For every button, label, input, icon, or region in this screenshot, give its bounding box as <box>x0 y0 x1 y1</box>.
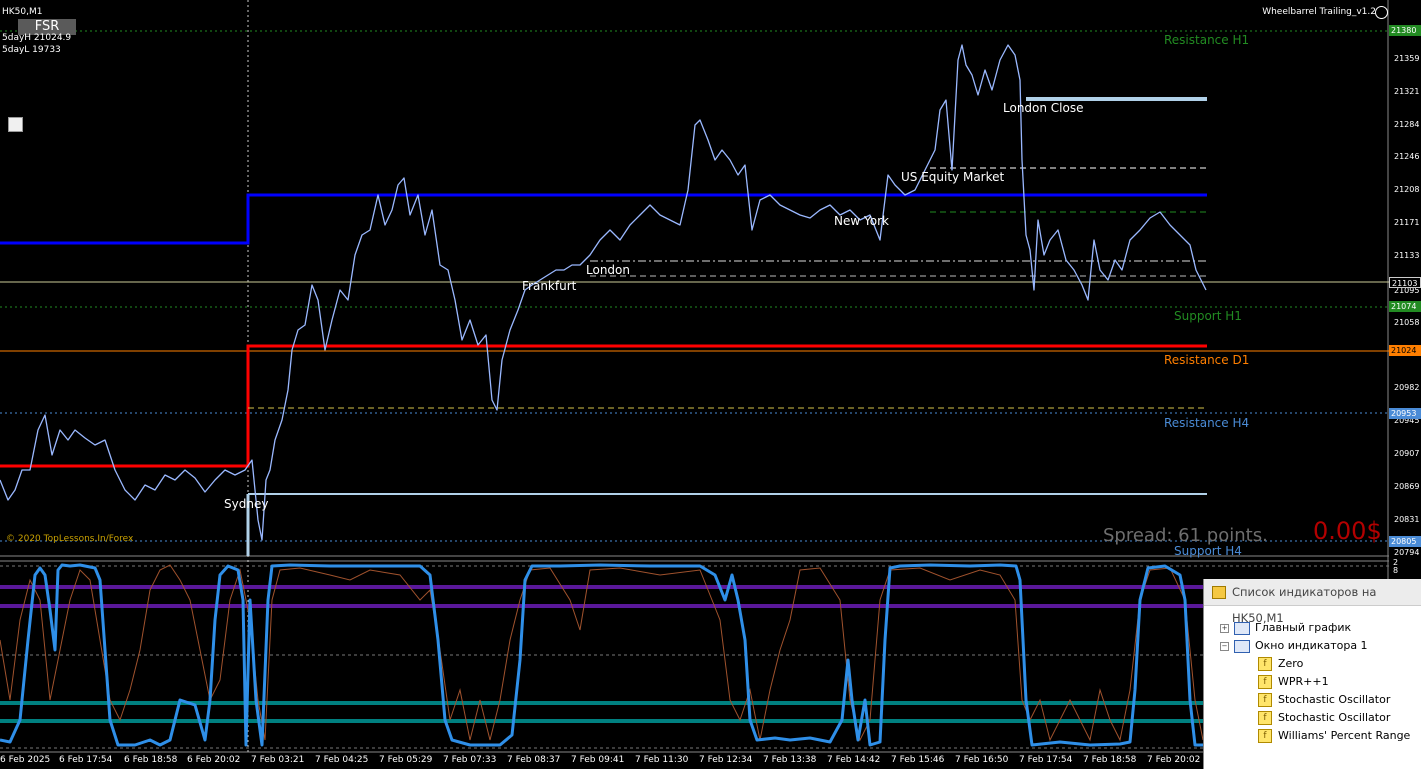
time-tick: 7 Feb 08:37 <box>507 755 561 765</box>
time-tick: 7 Feb 20:02 <box>1147 755 1201 765</box>
tree-item-label: Окно индикатора 1 <box>1255 639 1368 652</box>
time-tick: 7 Feb 05:29 <box>379 755 433 765</box>
indicator-list-title: Список индикаторов на HK50,M1 <box>1232 585 1377 625</box>
time-tick: 7 Feb 09:41 <box>571 755 625 765</box>
price-tick: 21133 <box>1394 251 1420 260</box>
price-tick: 20831 <box>1394 515 1420 524</box>
tree-item-indicator[interactable]: f WPR++1 <box>1258 674 1329 690</box>
time-tick: 7 Feb 17:54 <box>1019 755 1073 765</box>
price-tag-h4: 20953 <box>1389 408 1421 419</box>
support-h1-label: Support H1 <box>1174 309 1242 323</box>
indicator-list-panel[interactable]: Список индикаторов на HK50,M1 + Главный г… <box>1203 579 1421 769</box>
time-tick: 7 Feb 04:25 <box>315 755 369 765</box>
session-us-equity: US Equity Market <box>901 170 1005 184</box>
price-tick: 21246 <box>1394 152 1420 161</box>
price-tick: 20982 <box>1394 383 1420 392</box>
time-tick: 6 Feb 17:54 <box>59 755 113 765</box>
time-tick: 6 Feb 18:58 <box>124 755 178 765</box>
tree-item-indicator[interactable]: f Williams' Percent Range <box>1258 728 1410 744</box>
tree-item-label: Zero <box>1278 657 1304 670</box>
tree-item-indicator[interactable]: f Zero <box>1258 656 1303 672</box>
price-tick: 20907 <box>1394 449 1420 458</box>
tree-item-indicator[interactable]: f Stochastic Oscillator <box>1258 710 1390 726</box>
expert-advisor-name: Wheelbarrel Trailing_v1.2 <box>1262 7 1376 17</box>
price-tick: 21321 <box>1394 87 1420 96</box>
price-tag-support-h1: 21074 <box>1389 301 1421 312</box>
time-tick: 7 Feb 18:58 <box>1083 755 1137 765</box>
price-tick: 21359 <box>1394 54 1420 63</box>
custom-indicator-icon: f <box>1258 657 1272 671</box>
five-day-low: 5dayL 19733 <box>2 45 61 55</box>
toggle-checkbox[interactable] <box>8 117 23 132</box>
tree-item-label: WPR++1 <box>1278 675 1329 688</box>
time-tick: 7 Feb 11:30 <box>635 755 689 765</box>
smiley-icon <box>1375 6 1388 19</box>
tree-item-indicator-window[interactable]: − Окно индикатора 1 <box>1220 638 1368 654</box>
time-tick: 6 Feb 2025 <box>0 755 51 765</box>
time-tick: 7 Feb 13:38 <box>763 755 817 765</box>
indicator-list-header[interactable]: Список индикаторов на HK50,M1 <box>1204 579 1421 625</box>
indicator-icon: f <box>1258 693 1272 707</box>
range-low-line <box>0 344 1207 468</box>
tree-item-label: Stochastic Oscillator <box>1278 711 1391 724</box>
time-tick: 7 Feb 03:21 <box>251 755 305 765</box>
tree-item-main-chart[interactable]: + Главный график <box>1220 620 1351 636</box>
price-tick: 20869 <box>1394 482 1420 491</box>
session-new-york: New York <box>834 214 889 228</box>
time-tick: 7 Feb 07:33 <box>443 755 497 765</box>
collapse-icon[interactable]: − <box>1220 641 1229 651</box>
resistance-d1-label: Resistance D1 <box>1164 353 1250 367</box>
indicator-list-icon <box>1212 586 1226 599</box>
price-tick: 21208 <box>1394 185 1420 194</box>
price-tick: 20794 <box>1394 548 1420 557</box>
window-icon <box>1234 621 1250 635</box>
price-tag-low: 20805 <box>1389 536 1421 547</box>
indicator-scale-bottom: 8 <box>1393 566 1399 575</box>
indicator-icon: f <box>1258 711 1272 725</box>
price-tick: 21284 <box>1394 120 1420 129</box>
indicator-icon: f <box>1258 729 1272 743</box>
tree-item-label: Williams' Percent Range <box>1278 729 1411 742</box>
five-day-high: 5dayH 21024.9 <box>2 33 72 43</box>
resistance-h1-label: Resistance H1 <box>1164 33 1250 47</box>
price-tick: 21058 <box>1394 318 1420 327</box>
copyright-text: © 2020 TopLessons.In/Forex <box>6 534 134 544</box>
chart-symbol: HK50,M1 <box>2 7 43 17</box>
tree-item-indicator[interactable]: f Stochastic Oscillator <box>1258 692 1390 708</box>
session-london: London <box>586 263 630 277</box>
session-frankfurt: Frankfurt <box>522 279 577 293</box>
pnl-display: 0.00$ <box>1313 517 1382 545</box>
expand-icon[interactable]: + <box>1220 623 1229 633</box>
support-h4-label: Support H4 <box>1174 544 1242 558</box>
spread-display: Spread: 61 points. <box>1103 525 1268 546</box>
resistance-h4-label: Resistance H4 <box>1164 416 1250 430</box>
session-london-close: London Close <box>1003 101 1084 115</box>
time-tick: 6 Feb 20:02 <box>187 755 241 765</box>
tree-item-label: Главный график <box>1255 621 1352 634</box>
price-tag-resistance-h1: 21380 <box>1389 25 1421 36</box>
time-tick: 7 Feb 12:34 <box>699 755 753 765</box>
price-tag-d1: 21024 <box>1389 345 1421 356</box>
price-tag-current: 21103 <box>1389 277 1421 288</box>
session-sydney: Sydney <box>224 497 269 511</box>
custom-indicator-icon: f <box>1258 675 1272 689</box>
time-tick: 7 Feb 15:46 <box>891 755 945 765</box>
tree-item-label: Stochastic Oscillator <box>1278 693 1391 706</box>
time-tick: 7 Feb 14:42 <box>827 755 881 765</box>
window-icon <box>1234 639 1250 653</box>
price-tick: 21171 <box>1394 218 1420 227</box>
time-tick: 7 Feb 16:50 <box>955 755 1009 765</box>
